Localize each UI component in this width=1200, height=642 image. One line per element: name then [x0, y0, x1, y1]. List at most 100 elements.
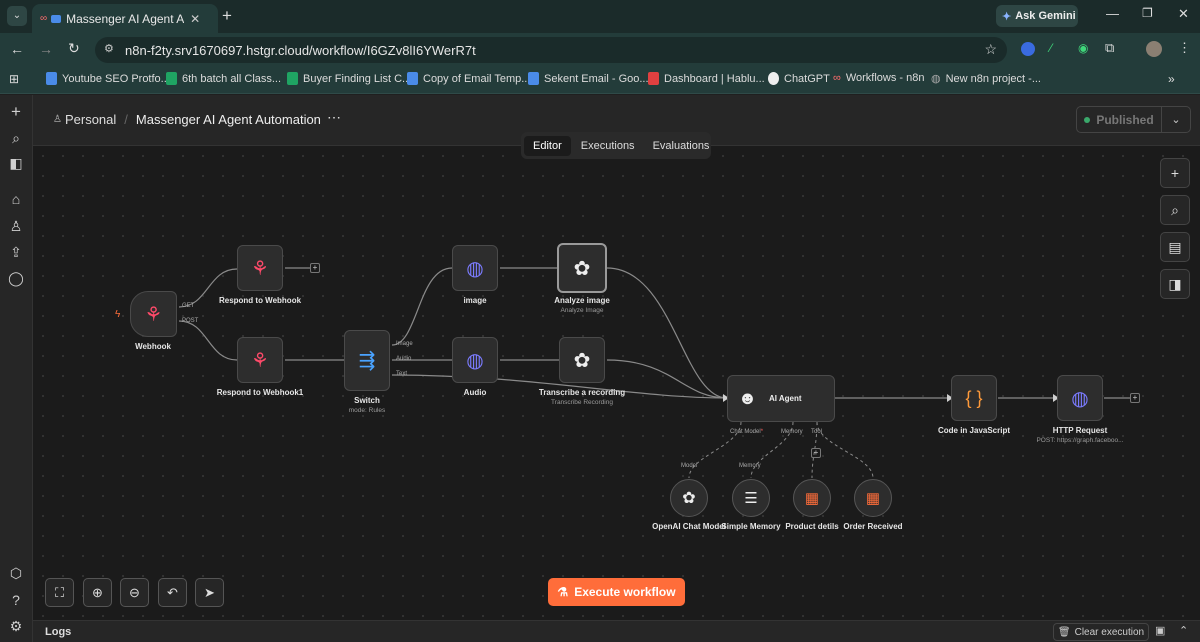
zoom-in-icon: ⊕ [92, 584, 103, 600]
node-product-details[interactable]: ▦ [793, 479, 831, 517]
node-label: image [463, 296, 487, 305]
reload-icon[interactable]: ↻ [68, 40, 80, 57]
settings-icon[interactable]: ⚙ [8, 618, 24, 634]
note-icon: ▤ [1168, 238, 1182, 255]
search-icon[interactable]: ⌕ [8, 130, 24, 146]
ask-gemini-button[interactable]: ✦ Ask Gemini [996, 5, 1078, 27]
undo-button[interactable]: ↶ [158, 578, 187, 607]
tab-executions[interactable]: Executions [573, 136, 643, 156]
maximize-button[interactable]: ❐ [1142, 6, 1153, 20]
node-image[interactable]: ◍ [452, 245, 498, 291]
node-code-javascript[interactable]: { } [951, 375, 997, 421]
url-bar[interactable]: ⚙ n8n-f2ty.srv1670697.hstgr.cloud/workfl… [95, 37, 1007, 63]
extension-icon[interactable]: ◉ [1078, 41, 1088, 55]
close-window-button[interactable]: ✕ [1178, 6, 1189, 22]
zoom-out-button[interactable]: ⊖ [120, 578, 149, 607]
node-respond-to-webhook[interactable]: ⚘ [237, 245, 283, 291]
workflow-canvas[interactable]: ϟ ⚘ GET POST Webhook ⚘ Respond to Webhoo… [33, 132, 1200, 620]
extension-icon[interactable] [1021, 42, 1035, 56]
logs-panel-bar[interactable]: Logs 🗑 Clear execution ▣ ⌃ [33, 620, 1200, 642]
node-http-request[interactable]: ◍ [1057, 375, 1103, 421]
execute-workflow-button[interactable]: ⚗ Execute workflow [548, 578, 685, 606]
n8n-favicon-icon: ∞ [40, 13, 48, 24]
node-respond-to-webhook1[interactable]: ⚘ [237, 337, 283, 383]
back-icon[interactable]: ← [10, 41, 24, 57]
bookmark-item[interactable]: Buyer Finding List C... [287, 72, 411, 85]
sticky-note-button[interactable]: ▤ [1160, 232, 1190, 262]
bookmark-item[interactable]: ◍ New n8n project -... [931, 72, 1041, 86]
workflow-options-button[interactable]: ⋯ [327, 109, 341, 126]
node-simple-memory[interactable]: ☰ [732, 479, 770, 517]
panel-icon[interactable]: ◧ [8, 155, 24, 171]
node-order-received[interactable]: ▦ [854, 479, 892, 517]
bookmark-item[interactable]: Youtube SEO Protfo... [46, 72, 170, 85]
add-node-button[interactable]: + [310, 263, 320, 273]
node-label: Respond to Webhook [218, 296, 302, 305]
search-nodes-button[interactable]: ⌕ [1160, 195, 1190, 225]
connection [391, 267, 453, 346]
view-tabs: Editor Executions Evaluations [521, 132, 711, 159]
chatgpt-icon [768, 72, 779, 85]
close-tab-icon[interactable]: ✕ [190, 12, 200, 26]
node-subtitle: Transcribe Recording [551, 399, 613, 406]
published-button[interactable]: Published [1076, 106, 1162, 133]
add-tool-button[interactable]: + [811, 448, 821, 458]
more-bookmarks-icon[interactable]: » [1168, 72, 1175, 86]
user-icon[interactable]: ♙ [8, 218, 24, 234]
add-node-button[interactable]: + [1130, 393, 1140, 403]
node-transcribe-recording[interactable]: ✿ [559, 337, 605, 383]
bookmark-item[interactable]: Copy of Email Temp... [407, 72, 530, 85]
browser-tab[interactable]: ∞ Massenger AI Agent Automatio ✕ [32, 4, 218, 33]
chat-icon[interactable]: ◯ [8, 270, 24, 286]
node-openai-chat-model[interactable]: ✿ [670, 479, 708, 517]
extension-icon[interactable]: ⁄ [1050, 41, 1052, 55]
port-label-tool: Tool [811, 429, 823, 435]
bookmark-item[interactable]: ChatGPT [768, 72, 830, 85]
node-label: AI Agent [768, 394, 802, 403]
forward-icon[interactable]: → [39, 41, 53, 57]
bookmark-item[interactable]: Sekent Email - Goo... [528, 72, 649, 85]
apps-grid-icon[interactable]: ⊞ [9, 72, 19, 86]
node-ai-agent[interactable]: ☻ AI Agent [727, 375, 835, 422]
toggle-panel-button[interactable]: ◨ [1160, 269, 1190, 299]
user-icon: ♙ [53, 114, 62, 125]
templates-icon[interactable]: ⬡ [8, 565, 24, 581]
extensions-puzzle-icon[interactable]: ⧉ [1105, 40, 1114, 56]
site-info-icon[interactable]: ⚙ [104, 42, 114, 55]
profile-avatar[interactable] [1146, 41, 1162, 57]
node-switch[interactable]: ⇶ [344, 330, 390, 391]
project-link[interactable]: Personal [65, 112, 116, 127]
new-tab-button[interactable]: + [222, 6, 232, 26]
node-analyze-image[interactable]: ✿ [557, 243, 607, 293]
tidy-up-button[interactable]: ➤ [195, 578, 224, 607]
published-dropdown-button[interactable]: ⌄ [1161, 106, 1191, 133]
tab-editor[interactable]: Editor [524, 135, 571, 156]
collapse-logs-icon[interactable]: ⌃ [1179, 624, 1188, 637]
add-node-panel-button[interactable]: + [1160, 158, 1190, 188]
workflow-name[interactable]: Massenger AI Agent Automation [136, 112, 321, 127]
add-icon[interactable]: + [8, 103, 24, 120]
bookmarks-bar: ⊞ Youtube SEO Protfo... 6th batch all Cl… [0, 66, 1200, 94]
database-icon: ☰ [744, 490, 758, 507]
fit-view-button[interactable]: ⛶ [45, 578, 74, 607]
browser-menu-icon[interactable]: ⋮ [1178, 40, 1191, 56]
node-webhook[interactable]: ⚘ [130, 291, 177, 337]
node-subtitle: POST: https://graph.faceboo... [1036, 437, 1124, 444]
minimize-button[interactable]: — [1106, 6, 1119, 21]
bookmark-item[interactable]: ∞ Workflows - n8n [833, 72, 925, 84]
expand-logs-icon[interactable]: ▣ [1155, 624, 1165, 637]
clear-execution-button[interactable]: 🗑 Clear execution [1053, 623, 1149, 641]
bookmark-item[interactable]: Dashboard | Hablu... [648, 72, 765, 85]
node-subtitle: Analyze Image [560, 307, 604, 314]
help-icon[interactable]: ? [8, 592, 24, 608]
node-audio[interactable]: ◍ [452, 337, 498, 383]
share-icon[interactable]: ⇪ [8, 244, 24, 260]
bookmark-item[interactable]: 6th batch all Class... [166, 72, 281, 85]
tab-list-button[interactable]: ⌄ [7, 6, 27, 26]
bookmark-star-icon[interactable]: ☆ [984, 41, 997, 58]
home-icon[interactable]: ⌂ [8, 191, 24, 207]
tab-evaluations[interactable]: Evaluations [645, 136, 718, 156]
globe-icon: ◍ [931, 73, 941, 85]
zoom-in-button[interactable]: ⊕ [83, 578, 112, 607]
sheets-icon [287, 72, 298, 85]
